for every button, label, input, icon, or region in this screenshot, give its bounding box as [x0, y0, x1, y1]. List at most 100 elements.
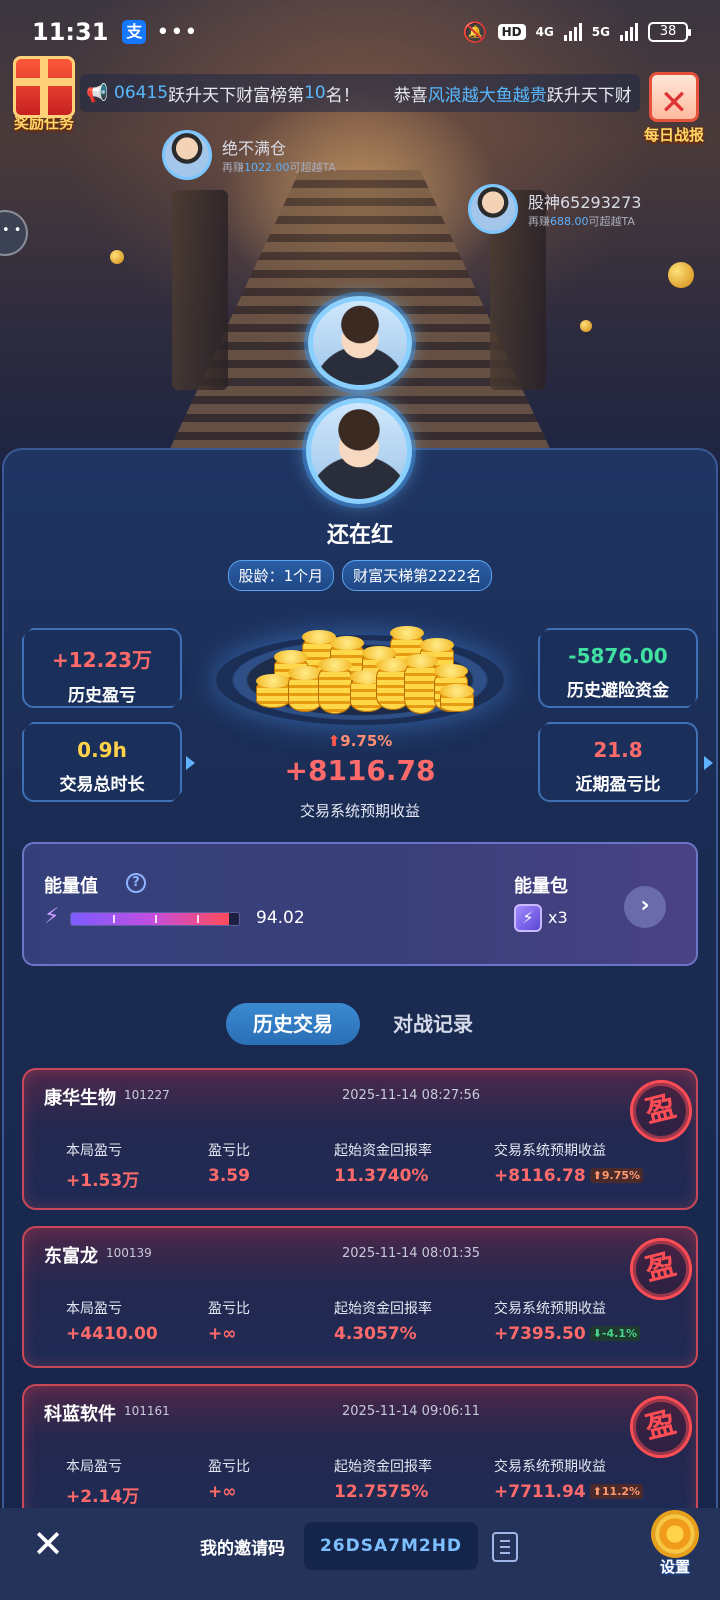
expected-value: +7395.50 ⬇-4.1% [494, 1324, 640, 1344]
roi-value: 12.7575% [334, 1482, 429, 1502]
gear-icon [655, 1514, 695, 1554]
more-dots-icon: ••• [156, 19, 199, 45]
expected-value: +7711.94 ⬆11.2% [494, 1482, 644, 1502]
daily-report-label: 每日战报 [643, 126, 704, 144]
energy-progress-bar [70, 912, 240, 926]
floating-coin [110, 250, 124, 264]
status-time: 11:31 [32, 18, 109, 46]
ticker-text: 名！ [325, 85, 360, 106]
rival-name: 股神65293273 [528, 193, 642, 212]
rank-tag[interactable]: 财富天梯第2222名 [342, 560, 493, 591]
help-icon[interactable]: ? [126, 873, 146, 893]
megaphone-icon: 📢 [86, 83, 109, 104]
lightning-icon: ⚡ [44, 904, 60, 929]
ticker-text: 恭喜 [393, 85, 428, 106]
signal-icon [563, 23, 582, 41]
tab-battle-records[interactable]: 对战记录 [378, 1003, 488, 1045]
delta-badge: ⬆9.75% [589, 1168, 644, 1183]
avatar [162, 130, 212, 180]
ratio-label: 盈亏比 [208, 1143, 250, 1159]
floating-coin [668, 262, 694, 288]
pnl-label: 本局盈亏 [66, 1143, 122, 1159]
ratio-label: 盈亏比 [208, 1301, 250, 1317]
invite-code-label: 我的邀请码 [200, 1539, 285, 1559]
stat-hedge-funds: -5876.00 历史避险资金 [538, 628, 698, 708]
invite-code-value[interactable]: 26DSA7M2HD [304, 1522, 478, 1570]
gift-box-icon [13, 56, 75, 118]
user-avatar[interactable] [306, 398, 412, 504]
pnl-label: 本局盈亏 [66, 1301, 122, 1317]
roi-value: 4.3057% [334, 1324, 417, 1344]
left-pillar [172, 190, 228, 390]
profit-stamp-icon: 盈 [623, 1389, 699, 1465]
expected-change: ⬆9.75% [327, 732, 393, 750]
roi-value: 11.3740% [334, 1166, 429, 1186]
rival-hint: 再赚1022.00可超越TA [222, 161, 336, 174]
stat-history-pnl: +12.23万 历史盈亏 [22, 628, 182, 708]
trade-datetime: 2025-11-14 08:01:35 [342, 1246, 481, 1261]
energy-card: 能量值 ? ⚡ 94.02 能量包 ⚡ x3 › [22, 842, 698, 966]
profile-tags: 股龄：1个月 财富天梯第2222名 [0, 560, 720, 591]
arrow-up-icon: ⬆ [327, 732, 341, 750]
stock-name: 科蓝软件 [44, 1404, 116, 1425]
stock-code: 101227 [124, 1088, 170, 1102]
energy-title: 能量值 [44, 876, 98, 897]
ratio-value: +∞ [208, 1324, 237, 1344]
roi-label: 起始资金回报率 [334, 1301, 432, 1317]
trade-datetime: 2025-11-14 08:27:56 [342, 1088, 481, 1103]
ratio-value: +∞ [208, 1482, 237, 1502]
stock-name: 东富龙 [44, 1246, 98, 1267]
floating-coin [580, 320, 592, 332]
network-4g-label: 4G [535, 25, 554, 39]
pnl-label: 本局盈亏 [66, 1459, 122, 1475]
daily-report-button[interactable]: 每日战报 [636, 72, 712, 145]
expected-label: 交易系统预期收益 [494, 1143, 606, 1159]
username: 还在红 [326, 523, 393, 548]
rival-card[interactable]: 绝不满仓 再赚1022.00可超越TA [162, 130, 336, 180]
energy-pack-icon[interactable]: ⚡ [514, 904, 542, 932]
ticker-text: 跃升天下财 [546, 85, 632, 106]
announcement-ticker[interactable]: 📢 06415 跃升天下财富榜第 10 名！ 恭喜 风浪越大鱼越贵 跃升天下财 [80, 74, 640, 112]
top-rank-avatar[interactable] [308, 296, 412, 390]
tab-trade-history[interactable]: 历史交易 [226, 1003, 360, 1045]
alipay-icon: 支 [122, 20, 147, 44]
energy-value: 94.02 [256, 908, 305, 928]
energy-progress-fill [71, 913, 229, 925]
expected-label: 交易系统预期收益 [494, 1459, 606, 1475]
stock-code: 100139 [106, 1246, 152, 1260]
delta-badge: ⬆11.2% [589, 1484, 644, 1499]
roi-label: 起始资金回报率 [334, 1143, 432, 1159]
ticker-highlight: 06415 [114, 83, 169, 103]
ratio-value: 3.59 [208, 1166, 250, 1186]
rival-card[interactable]: 股神65293273 再赚688.00可超越TA [468, 184, 641, 234]
profit-stamp-icon: 盈 [623, 1231, 699, 1307]
tenure-tag: 股龄：1个月 [227, 560, 335, 591]
pnl-value: +1.53万 [66, 1171, 140, 1191]
ticker-highlight: 风浪越大鱼越贵 [427, 85, 547, 106]
battle-report-icon [649, 72, 699, 123]
avatar [468, 184, 518, 234]
settings-label: 设置 [659, 1558, 690, 1576]
reward-tasks-button[interactable]: 奖励任务 [8, 56, 80, 133]
settings-button[interactable]: 设置 [650, 1514, 700, 1577]
pnl-value: +4410.00 [66, 1324, 158, 1344]
trade-card[interactable]: 康华生物 101227 2025-11-14 08:27:56 盈 本局盈亏 盈… [22, 1068, 699, 1210]
trade-card[interactable]: 科蓝软件 101161 2025-11-14 09:06:11 盈 本局盈亏 盈… [22, 1384, 699, 1526]
copy-icon[interactable] [492, 1532, 518, 1562]
chevron-right-button[interactable]: › [624, 886, 666, 928]
expected-label: 交易系统预期收益 [494, 1301, 606, 1317]
ticker-highlight: 10 [304, 83, 326, 103]
mute-bell-icon: 🔕 [462, 20, 488, 44]
trade-card[interactable]: 东富龙 100139 2025-11-14 08:01:35 盈 本局盈亏 盈亏… [22, 1226, 699, 1368]
pnl-value: +2.14万 [66, 1487, 140, 1507]
roi-label: 起始资金回报率 [334, 1459, 432, 1475]
expected-value: +8116.78 ⬆9.75% [494, 1166, 644, 1186]
hd-badge: HD [497, 24, 526, 40]
status-indicators: 🔕 HD 4G 5G 38 [462, 20, 691, 44]
energy-pack-title: 能量包 [514, 876, 568, 897]
battery-icon: 38 [648, 22, 691, 42]
close-icon[interactable]: ✕ [28, 1524, 68, 1564]
delta-badge: ⬇-4.1% [589, 1326, 640, 1341]
expected-profit-label: 交易系统预期收益 [299, 802, 420, 820]
stat-label: 历史盈亏 [68, 686, 136, 706]
